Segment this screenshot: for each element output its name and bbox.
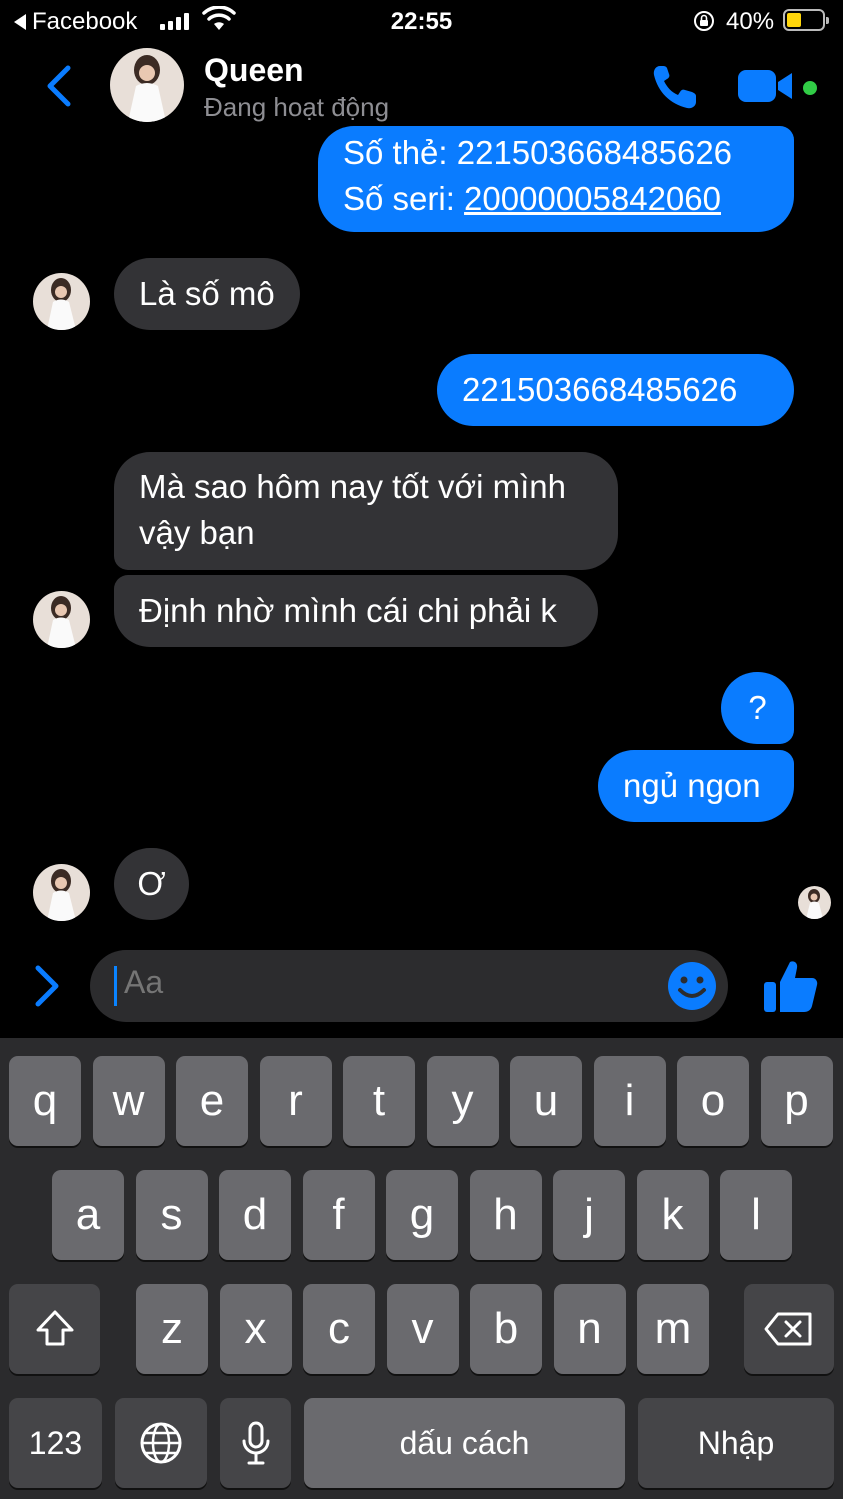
key-c[interactable]: c [303, 1284, 375, 1374]
key-w[interactable]: w [92, 1056, 165, 1146]
contact-status: Đang hoạt động [204, 92, 390, 122]
chat-header: Queen Đang hoạt động [0, 44, 843, 132]
key-t[interactable]: t [343, 1056, 415, 1146]
key-i[interactable]: i [593, 1056, 666, 1146]
message-bubble-outgoing[interactable]: 221503668485626 [437, 354, 794, 426]
phone-icon[interactable] [648, 60, 702, 114]
message-line: Mà sao hôm nay tốt với mình [139, 468, 566, 505]
message-bubble-outgoing[interactable]: ngủ ngon [598, 750, 794, 822]
clock: 22:55 [390, 8, 453, 35]
key-a[interactable]: a [52, 1170, 124, 1260]
orientation-lock-icon [694, 11, 714, 31]
video-camera-icon[interactable] [736, 64, 796, 108]
message-line: Số thẻ: 221503668485626 [343, 134, 733, 171]
message-composer[interactable] [90, 950, 728, 1022]
emoji-icon[interactable] [666, 960, 718, 1012]
shift-key[interactable] [9, 1284, 100, 1374]
globe-icon [140, 1422, 182, 1464]
return-key[interactable]: Nhập [638, 1398, 834, 1488]
message-line: Số seri: 20000005842060 [343, 176, 769, 222]
globe-key[interactable] [115, 1398, 207, 1488]
key-s[interactable]: s [135, 1170, 208, 1260]
key-j[interactable]: j [553, 1170, 625, 1260]
key-l[interactable]: l [720, 1170, 792, 1260]
contact-avatar[interactable] [110, 48, 184, 122]
key-y[interactable]: y [426, 1056, 499, 1146]
key-n[interactable]: n [553, 1284, 626, 1374]
serial-number-link[interactable]: 20000005842060 [464, 180, 721, 217]
space-key[interactable]: dấu cách [304, 1398, 625, 1488]
seri-label: Số seri: [343, 180, 465, 217]
battery-level [787, 13, 801, 27]
message-input[interactable] [124, 964, 644, 1001]
expand-arrow-icon[interactable] [30, 962, 64, 1010]
key-b[interactable]: b [470, 1284, 542, 1374]
thumbs-up-icon[interactable] [760, 956, 820, 1016]
key-f[interactable]: f [302, 1170, 375, 1260]
backspace-key[interactable] [744, 1284, 834, 1374]
key-r[interactable]: r [259, 1056, 332, 1146]
backspace-icon [764, 1312, 812, 1346]
contact-avatar-small[interactable] [33, 273, 90, 330]
text-cursor [114, 966, 117, 1006]
key-u[interactable]: u [510, 1056, 582, 1146]
shift-icon [36, 1310, 73, 1346]
message-bubble-incoming[interactable]: Là số mô [114, 258, 300, 330]
seen-receipt-avatar [798, 886, 831, 919]
message-line: vậy bạn [139, 514, 255, 551]
key-q[interactable]: q [9, 1056, 81, 1146]
back-chevron-icon[interactable] [40, 62, 80, 110]
key-e[interactable]: e [176, 1056, 248, 1146]
key-h[interactable]: h [469, 1170, 542, 1260]
message-bubble-incoming[interactable]: Định nhờ mình cái chi phải k [114, 575, 598, 647]
key-k[interactable]: k [636, 1170, 709, 1260]
key-v[interactable]: v [386, 1284, 459, 1374]
contact-avatar-small[interactable] [33, 591, 90, 648]
microphone-key[interactable] [220, 1398, 291, 1488]
message-bubble-incoming[interactable]: Mà sao hôm nay tốt với mình vậy bạn [114, 452, 618, 570]
status-bar: Facebook 22:55 40% [0, 0, 843, 44]
message-bubble-outgoing[interactable]: Số thẻ: 221503668485626 Số seri: 2000000… [318, 126, 794, 232]
message-bubble-outgoing[interactable]: ? [721, 672, 794, 744]
key-z[interactable]: z [136, 1284, 208, 1374]
key-d[interactable]: d [219, 1170, 291, 1260]
key-m[interactable]: m [637, 1284, 709, 1374]
key-p[interactable]: p [760, 1056, 833, 1146]
microphone-icon [242, 1421, 269, 1465]
online-status-dot [800, 78, 820, 98]
key-o[interactable]: o [677, 1056, 749, 1146]
contact-avatar-small[interactable] [33, 864, 90, 921]
battery-icon [783, 9, 829, 31]
contact-name: Queen [204, 52, 304, 88]
message-bubble-incoming[interactable]: Ơ [114, 848, 189, 920]
key-g[interactable]: g [386, 1170, 458, 1260]
battery-percentage: 40% [726, 8, 775, 35]
key-x[interactable]: x [219, 1284, 292, 1374]
numbers-key[interactable]: 123 [9, 1398, 102, 1488]
on-screen-keyboard: qwertyuiop asdfghjkl zxcvbnm 123 dấu các… [0, 1038, 843, 1499]
